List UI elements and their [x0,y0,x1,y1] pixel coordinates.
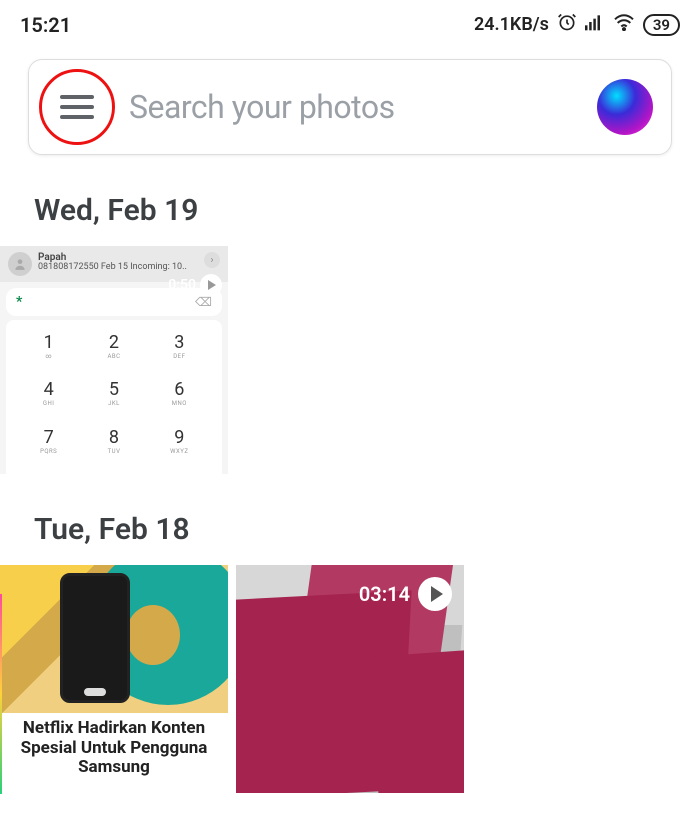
search-bar-container: Search your photos [28,59,672,155]
backspace-icon: ⌫ [195,295,212,309]
status-speed: 24.1KB/s [474,14,549,35]
thumb-row: Papah 081808172550 Feb 15 Incoming: 10..… [0,246,700,474]
video-duration: 03:14 [359,582,410,606]
status-time: 15:21 [20,13,71,37]
person-icon [8,252,32,276]
highlight-circle [39,69,115,145]
battery-badge: 39 [643,14,680,36]
contact-subtitle: 081808172550 Feb 15 Incoming: 10.. [38,263,198,273]
status-bar: 15:21 24.1KB/s 39 [0,0,700,41]
play-icon [200,274,222,296]
photo-thumbnail[interactable]: Papah 081808172550 Feb 15 Incoming: 10..… [0,246,228,474]
news-headline: Netflix Hadirkan Konten Spesial Untuk Pe… [0,713,228,793]
photo-thumbnail[interactable]: Netflix Hadirkan Konten Spesial Untuk Pe… [0,565,228,793]
signal-icon [585,13,605,36]
search-input[interactable]: Search your photos [129,88,597,126]
play-icon [418,577,452,611]
decorative-edge [0,594,2,794]
menu-icon[interactable] [60,95,94,119]
date-header: Tue, Feb 18 [34,512,700,547]
recording-play: 0:50 [168,274,222,296]
thumb-row: Netflix Hadirkan Konten Spesial Untuk Pe… [0,565,700,793]
alarm-icon [557,12,577,37]
video-thumbnail[interactable]: 03:14 [236,565,464,793]
date-header: Wed, Feb 19 [34,193,700,228]
dialer-star: * [16,294,22,310]
status-right: 24.1KB/s 39 [474,12,680,37]
chevron-right-icon: › [204,252,220,268]
dialer-keypad: 1∞ 2ABC 3DEF 4GHI 5JKL 6MNO 7PQRS 8TUV 9… [6,320,222,474]
wifi-icon [613,13,635,36]
recording-duration: 0:50 [168,277,196,293]
search-bar[interactable]: Search your photos [28,59,672,155]
avatar[interactable] [597,79,653,135]
dialer-header: Papah 081808172550 Feb 15 Incoming: 10..… [0,246,228,282]
video-overlay: 03:14 [359,577,452,611]
news-image [0,565,228,713]
